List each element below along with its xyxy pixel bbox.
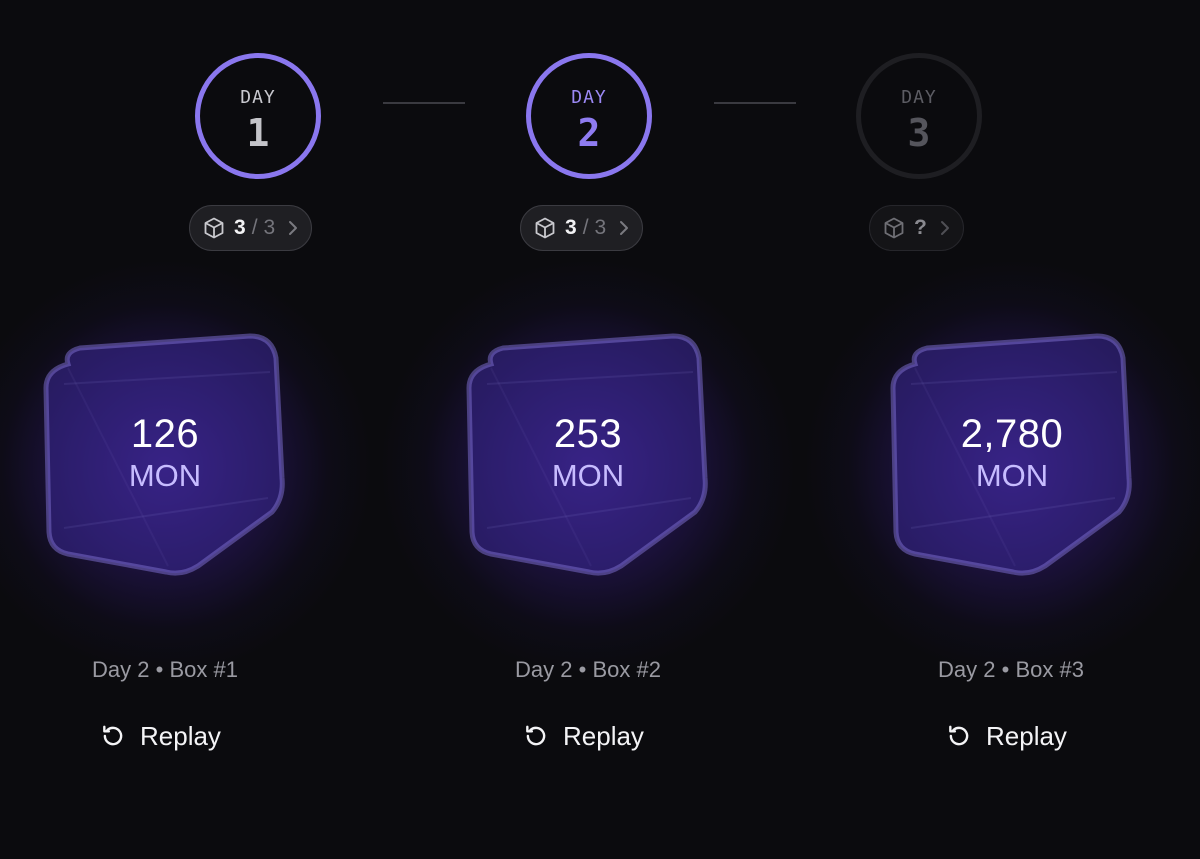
replay-button[interactable]: Replay: [523, 716, 644, 756]
boxes-total-count: 3: [594, 216, 607, 239]
replay-button[interactable]: Replay: [100, 716, 221, 756]
day-number: 1: [246, 110, 270, 155]
step-connector: [714, 102, 796, 104]
boxes-opened-count: 3: [565, 216, 577, 239]
box-currency: MON: [128, 458, 202, 493]
box-currency: MON: [551, 458, 625, 493]
day-2-step[interactable]: DAY 2: [526, 53, 652, 179]
cube-icon: [884, 217, 904, 239]
replay-label: Replay: [986, 720, 1067, 751]
boxes-opened-count: 3: [234, 216, 246, 239]
boxes-total-count: 3: [263, 216, 276, 239]
box-caption: Day 2 • Box #1: [92, 657, 238, 682]
day-3-boxes-pill[interactable]: ?: [869, 205, 964, 251]
replay-button[interactable]: Replay: [946, 716, 1067, 756]
replay-label: Replay: [563, 720, 644, 751]
day-1-step[interactable]: DAY 1: [195, 53, 321, 179]
cube-icon: [535, 217, 555, 239]
step-connector: [383, 102, 465, 104]
day-3-step: DAY 3: [856, 53, 982, 179]
day-2-boxes-pill[interactable]: 3 / 3: [520, 205, 644, 251]
chevron-right-icon: [289, 221, 298, 235]
box-amount: 2,780: [960, 412, 1064, 456]
day-number: 3: [907, 110, 931, 155]
replay-icon: [526, 725, 546, 746]
replay-icon: [103, 725, 123, 746]
boxes-unknown-count: ?: [914, 216, 927, 239]
replay-label: Replay: [140, 720, 221, 751]
boxes-separator: /: [251, 216, 258, 239]
box-amount: 126: [130, 412, 200, 456]
day-label: DAY: [901, 86, 937, 108]
chevron-right-icon: [940, 221, 949, 235]
chevron-right-icon: [620, 221, 629, 235]
box-caption: Day 2 • Box #3: [938, 657, 1084, 682]
day-label: DAY: [240, 86, 276, 108]
cube-icon: [204, 217, 224, 239]
replay-icon: [949, 725, 969, 746]
boxes-separator: /: [582, 216, 589, 239]
day-number: 2: [577, 110, 601, 155]
box-currency: MON: [975, 458, 1049, 493]
box-amount: 253: [553, 412, 623, 456]
day-label: DAY: [571, 86, 607, 108]
box-caption: Day 2 • Box #2: [515, 657, 661, 682]
day-1-boxes-pill[interactable]: 3 / 3: [189, 205, 313, 251]
